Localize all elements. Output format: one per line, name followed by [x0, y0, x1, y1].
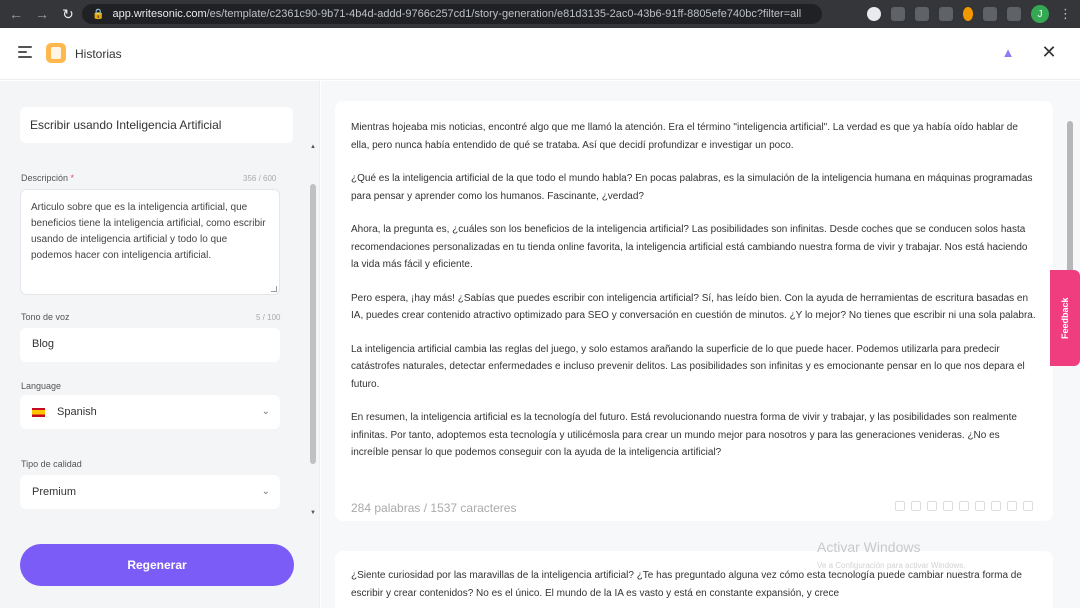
historias-logo-icon — [46, 43, 66, 63]
output-paragraph: Mientras hojeaba mis noticias, encontré … — [351, 122, 1018, 151]
scroll-down-icon[interactable]: ▼ — [309, 510, 317, 516]
description-counter: 356 / 600 — [243, 174, 277, 183]
output-paragraph: ¿Siente curiosidad por las maravillas de… — [351, 570, 1022, 599]
share-page-icon[interactable] — [915, 7, 929, 21]
bookmark-star-icon[interactable] — [939, 7, 953, 21]
scroll-up-icon[interactable]: ▲ — [309, 144, 317, 150]
settings-scrollbar[interactable]: ▲ ▼ — [309, 144, 317, 520]
chevron-down-icon: ⌄ — [261, 406, 270, 417]
extensions-row: J ⋮ — [867, 4, 1072, 24]
output-paragraph: En resumen, la inteligencia artificial e… — [351, 412, 1017, 458]
puzzle-icon[interactable] — [983, 7, 997, 21]
output-area: Mientras hojeaba mis noticias, encontré … — [321, 81, 1080, 608]
rating-star-icon[interactable] — [911, 501, 921, 511]
output-paragraph: Ahora, la pregunta es, ¿cuáles son los b… — [351, 224, 1028, 270]
output-paragraph: La inteligencia artificial cambia las re… — [351, 343, 1025, 390]
menu-kebab-icon[interactable]: ⋮ — [1059, 6, 1072, 22]
output-paragraph: ¿Qué es la inteligencia artificial de la… — [351, 173, 1033, 202]
lock-icon: 🔒 — [92, 8, 105, 20]
forward-arrow-icon[interactable]: → — [32, 4, 52, 24]
sidepanel-icon[interactable] — [1007, 7, 1021, 21]
reload-icon[interactable]: ↻ — [58, 4, 78, 24]
quality-value: Premium — [32, 486, 77, 498]
language-value: Spanish — [57, 406, 97, 418]
back-arrow-icon[interactable]: ← — [6, 4, 26, 24]
language-select[interactable]: Spanish ⌄ — [20, 395, 280, 429]
windows-activation-title: Activar Windows — [817, 539, 921, 555]
language-label: Language — [21, 381, 62, 391]
link-icon[interactable] — [1007, 501, 1017, 511]
address-bar[interactable]: 🔒 app.writesonic.com/es/template/c2361c9… — [82, 4, 822, 24]
tone-counter: 5 / 100 — [256, 313, 281, 322]
delete-icon[interactable] — [1023, 501, 1033, 511]
regenerate-button[interactable]: Regenerar — [20, 544, 294, 586]
google-icon[interactable] — [867, 7, 881, 21]
settings-scroll-area: Escribir usando Inteligencia Artificial … — [0, 81, 318, 519]
rating-star-icon[interactable] — [959, 501, 969, 511]
spain-flag-icon — [32, 407, 45, 417]
chevron-down-icon: ⌄ — [261, 486, 270, 497]
tone-input[interactable]: Blog — [20, 328, 280, 362]
output-paragraph: Pero espera, ¡hay más! ¿Sabías que puede… — [351, 292, 1036, 322]
document-title-input[interactable]: Escribir usando Inteligencia Artificial — [20, 107, 293, 143]
output-card-2[interactable]: ¿Siente curiosidad por las maravillas de… — [335, 551, 1053, 608]
translate-icon[interactable] — [891, 7, 905, 21]
hamburger-menu-icon[interactable] — [18, 46, 32, 58]
scroll-thumb[interactable] — [310, 184, 316, 464]
profile-avatar[interactable]: J — [1031, 5, 1049, 23]
word-count: 284 palabras / 1537 caracteres — [351, 501, 517, 515]
app-header: Historias ▲ ✕ — [0, 28, 1080, 80]
edit-icon[interactable] — [991, 501, 1001, 511]
tone-label: Tono de voz — [21, 312, 70, 322]
resize-grip-icon[interactable] — [271, 286, 277, 292]
rating-star-icon[interactable] — [927, 501, 937, 511]
windows-activation-subtitle: Ve a Configuración para activar Windows. — [817, 561, 966, 570]
extension-icon[interactable] — [963, 7, 973, 21]
page-title: Historias — [75, 47, 122, 61]
url-text: app.writesonic.com/es/template/c2361c90-… — [112, 8, 802, 20]
settings-panel: Escribir usando Inteligencia Artificial … — [0, 81, 320, 608]
output-card[interactable]: Mientras hojeaba mis noticias, encontré … — [335, 101, 1053, 521]
export-icon[interactable]: ▲ — [1000, 45, 1016, 61]
browser-toolbar: ← → ↻ 🔒 app.writesonic.com/es/template/c… — [0, 0, 1080, 28]
rating-star-icon[interactable] — [943, 501, 953, 511]
close-icon[interactable]: ✕ — [1040, 42, 1058, 62]
quality-select[interactable]: Premium ⌄ — [20, 475, 280, 509]
quality-label: Tipo de calidad — [21, 459, 82, 469]
output-actions — [895, 501, 1033, 511]
description-textarea[interactable]: Articulo sobre que es la inteligencia ar… — [20, 189, 280, 295]
rating-star-icon[interactable] — [895, 501, 905, 511]
feedback-tab[interactable]: Feedback — [1050, 270, 1080, 366]
copy-icon[interactable] — [975, 501, 985, 511]
description-label: Descripción * — [21, 173, 75, 183]
